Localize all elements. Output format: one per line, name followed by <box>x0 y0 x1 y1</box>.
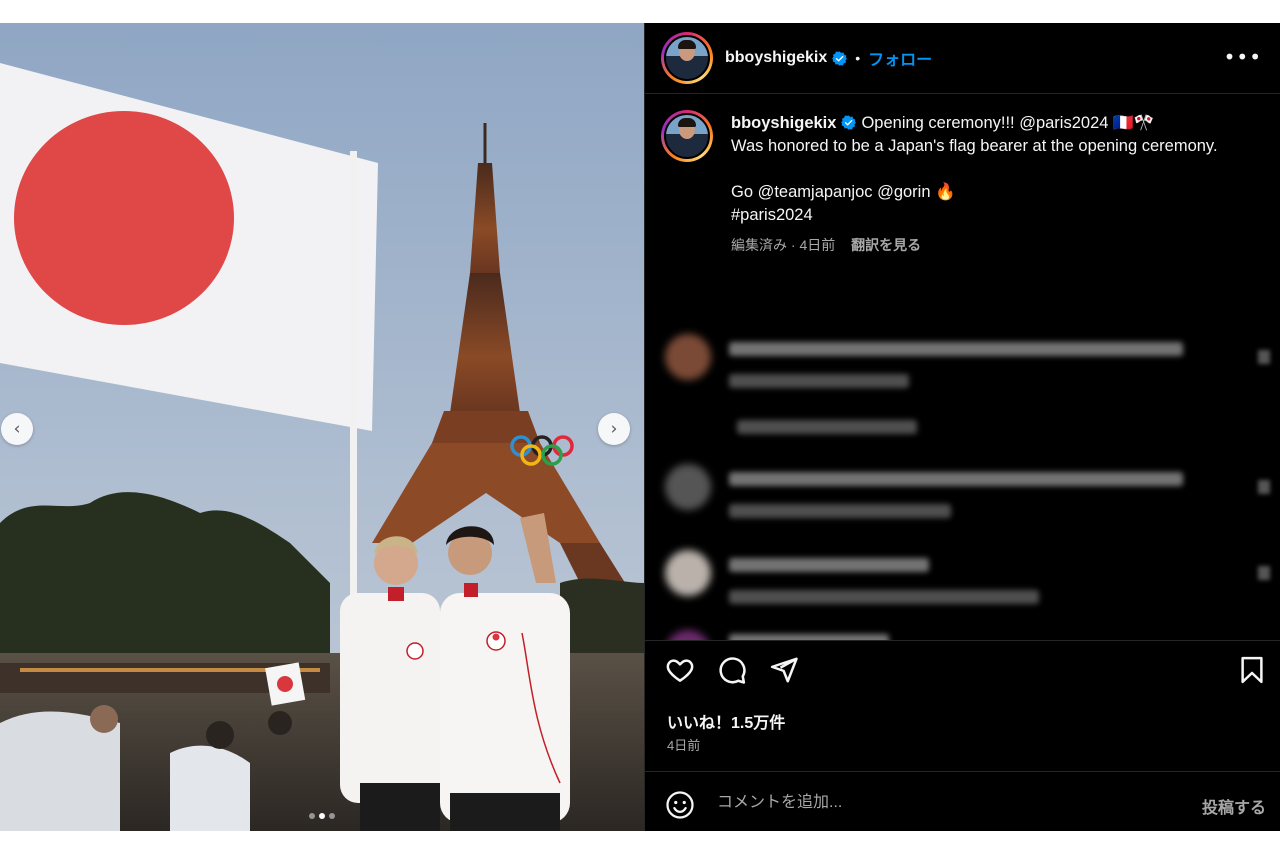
comment-avatar <box>665 334 711 380</box>
heart-icon[interactable] <box>665 655 695 685</box>
previous-slide-button[interactable]: ‹ <box>1 413 33 445</box>
slide-dot <box>329 813 335 819</box>
post-details-panel: bboyshigekix • フォロー ••• bboyshigekix Open… <box>644 23 1280 831</box>
post-actions: いいね！1.5万件 4日前 <box>645 640 1280 768</box>
caption-avatar[interactable] <box>661 110 713 162</box>
post-caption: bboyshigekix Opening ceremony!!! @paris20… <box>645 94 1280 310</box>
more-options-icon[interactable]: ••• <box>1224 45 1262 69</box>
slide-dot <box>309 813 315 819</box>
post-header: bboyshigekix • フォロー ••• <box>645 23 1280 94</box>
post-media[interactable]: ‹ › <box>0 23 644 831</box>
next-slide-button[interactable]: › <box>598 413 630 445</box>
comment-icon[interactable] <box>717 655 747 685</box>
post-photo <box>0 23 644 831</box>
slide-indicator <box>0 813 644 819</box>
follow-button[interactable]: フォロー <box>868 46 932 70</box>
verified-badge-icon <box>832 50 848 66</box>
chevron-left-icon: ‹ <box>13 418 21 439</box>
avatar[interactable] <box>661 32 713 84</box>
comment-avatar <box>665 464 711 510</box>
comments-list[interactable] <box>645 310 1280 640</box>
header-separator: • <box>855 50 861 66</box>
translate-link[interactable]: 翻訳を見る <box>851 237 921 253</box>
slide-dot-active <box>319 813 325 819</box>
author-username[interactable]: bboyshigekix <box>725 49 827 67</box>
caption-username[interactable]: bboyshigekix <box>731 114 836 132</box>
like-count[interactable]: いいね！1.5万件 <box>667 709 785 733</box>
comment-composer: 投稿する <box>645 771 1280 831</box>
post-viewer: ‹ › bboyshigekix • フォロー ••• bboyshigekix… <box>0 23 1280 831</box>
chevron-right-icon: › <box>610 418 618 439</box>
send-icon[interactable] <box>769 655 799 685</box>
post-date: 4日前 <box>667 738 701 753</box>
edited-timestamp: 編集済み · 4日前 <box>731 237 836 253</box>
smile-icon[interactable] <box>665 790 695 820</box>
like-comment-icon[interactable] <box>1258 566 1270 580</box>
bookmark-icon[interactable] <box>1237 655 1267 685</box>
like-comment-icon[interactable] <box>1258 350 1270 364</box>
caption-text: bboyshigekix Opening ceremony!!! @paris20… <box>731 112 1218 227</box>
comment-avatar <box>665 630 711 640</box>
post-comment-button[interactable]: 投稿する <box>1202 794 1266 818</box>
comment-input[interactable] <box>717 788 1167 818</box>
caption-meta: 編集済み · 4日前 翻訳を見る <box>731 234 1218 257</box>
comment-avatar <box>665 550 711 596</box>
verified-badge-icon <box>841 115 857 130</box>
like-comment-icon[interactable] <box>1258 480 1270 494</box>
